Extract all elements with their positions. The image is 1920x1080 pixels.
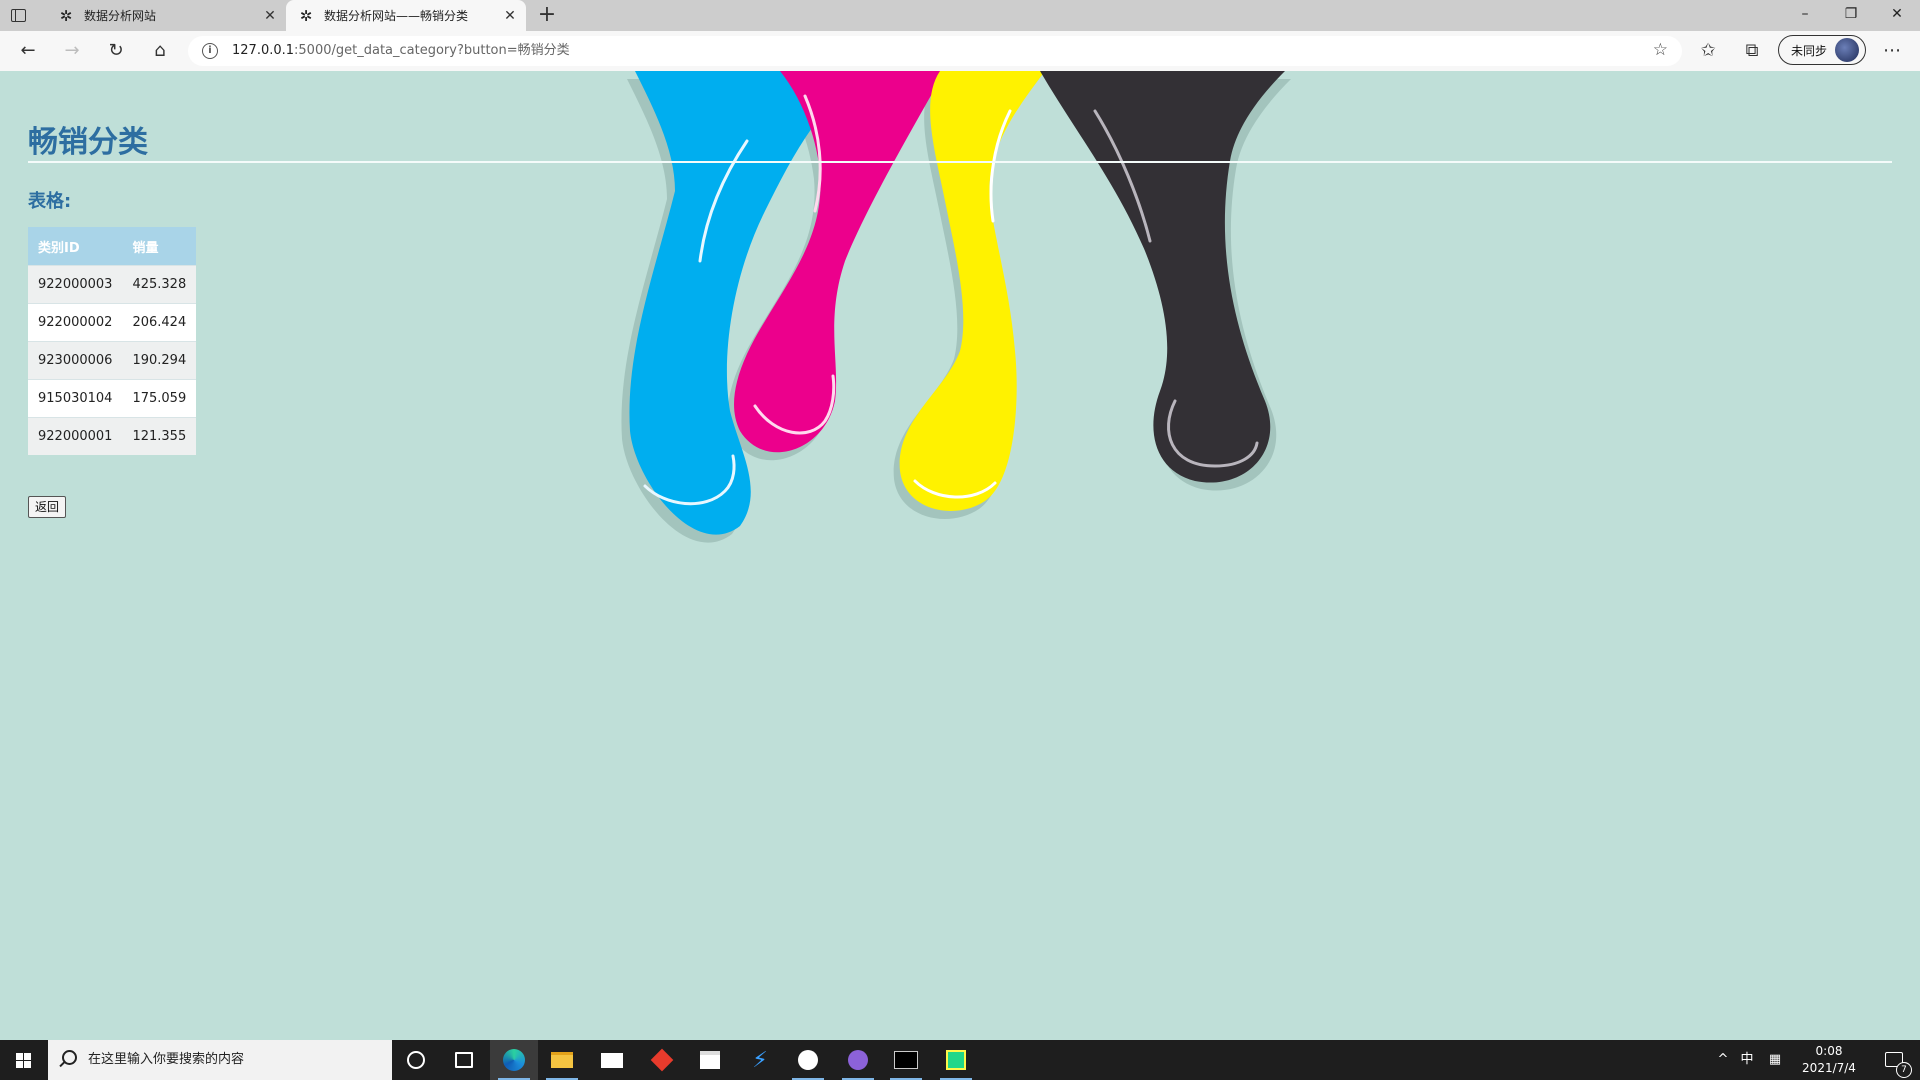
ime-indicator[interactable]: 中 [1736, 1040, 1758, 1080]
url-host: 127.0.0.1 [232, 43, 295, 58]
mail-icon[interactable] [588, 1040, 636, 1080]
pycharm-icon[interactable] [932, 1040, 980, 1080]
column-header-category-id: 类别ID [28, 227, 123, 266]
back-arrow-icon[interactable]: ← [14, 37, 42, 65]
paint-drips-illustration [621, 71, 1291, 543]
visual-studio-code-icon[interactable]: ⚡ [736, 1040, 784, 1080]
table-label: 表格: [28, 191, 72, 212]
forward-arrow-icon[interactable]: → [58, 37, 86, 65]
store-icon[interactable] [686, 1040, 734, 1080]
browser-toolbar: ← → ↻ ⌂ i 127.0.0.1:5000/get_data_catego… [0, 31, 1920, 72]
avatar [1835, 38, 1860, 62]
system-clock[interactable]: 0:08 2021/7/4 [1792, 1043, 1866, 1077]
minimize-button[interactable]: – [1782, 0, 1828, 28]
profile-label: 未同步 [1791, 43, 1828, 58]
sales-cell: 175.059 [122, 379, 197, 418]
tab-title: 数据分析网站 [84, 9, 157, 23]
title-divider [28, 161, 1892, 163]
tab-actions-icon[interactable] [8, 6, 28, 24]
category-id-cell: 922000001 [28, 417, 123, 455]
windows-logo-icon [16, 1053, 31, 1068]
close-icon[interactable]: ✕ [260, 8, 280, 24]
table-header-row: 类别ID 销量 [28, 227, 197, 266]
table-row: 922000001 121.355 [28, 417, 197, 455]
category-id-cell: 922000002 [28, 303, 123, 342]
table-row: 915030104 175.059 [28, 379, 197, 418]
notification-count: 7 [1896, 1062, 1912, 1078]
clock-time: 0:08 [1815, 1044, 1843, 1058]
cortana-icon[interactable] [392, 1040, 440, 1080]
table-row: 923000006 190.294 [28, 341, 197, 380]
tab-bestselling[interactable]: ✲ 数据分析网站——畅销分类 ✕ [286, 0, 526, 31]
new-tab-button[interactable]: + [534, 2, 560, 28]
category-id-cell: 922000003 [28, 265, 123, 304]
search-icon [62, 1050, 77, 1065]
start-button[interactable] [0, 1040, 48, 1080]
restore-button[interactable]: ❐ [1828, 0, 1874, 28]
terminal-icon[interactable] [882, 1040, 930, 1080]
clock-date: 2021/7/4 [1802, 1061, 1856, 1075]
more-menu-icon[interactable]: ⋯ [1878, 37, 1906, 65]
table-row: 922000002 206.424 [28, 303, 197, 342]
tab-home[interactable]: ✲ 数据分析网站 ✕ [46, 0, 286, 31]
info-icon[interactable]: i [202, 43, 218, 59]
tab-bar: ✲ 数据分析网站 ✕ ✲ 数据分析网站——畅销分类 ✕ + – ❐ ✕ [0, 0, 1920, 31]
task-view-icon[interactable] [440, 1040, 488, 1080]
taskbar-search[interactable]: 在这里输入你要搜索的内容 [48, 1040, 392, 1080]
url-text[interactable]: 127.0.0.1:5000/get_data_category?button=… [232, 36, 570, 66]
address-bar[interactable]: i 127.0.0.1:5000/get_data_category?butto… [188, 36, 1682, 66]
sales-cell: 190.294 [122, 341, 197, 380]
sales-cell: 121.355 [122, 417, 197, 455]
category-id-cell: 915030104 [28, 379, 123, 418]
collections-icon[interactable]: ⧉ [1738, 37, 1766, 65]
tab-title: 数据分析网站——畅销分类 [324, 9, 469, 23]
edge-browser-icon[interactable] [490, 1040, 538, 1080]
profile-button[interactable]: 未同步 [1778, 35, 1866, 65]
sales-cell: 206.424 [122, 303, 197, 342]
search-placeholder: 在这里输入你要搜索的内容 [88, 1052, 245, 1067]
close-window-button[interactable]: ✕ [1874, 0, 1920, 28]
home-icon[interactable]: ⌂ [146, 37, 174, 65]
chevron-up-icon[interactable]: ^ [1712, 1040, 1734, 1080]
steam-icon[interactable] [784, 1040, 832, 1080]
file-explorer-icon[interactable] [538, 1040, 586, 1080]
favorites-icon[interactable]: ✩ [1694, 37, 1722, 65]
app-red-diamond-icon[interactable] [638, 1040, 686, 1080]
table-row: 922000003 425.328 [28, 265, 197, 304]
taskbar: 在这里输入你要搜索的内容 ⚡ ^ 中 ▦ 0:08 2021/7/4 7 [0, 1040, 1920, 1080]
url-path: :5000/get_data_category?button=畅销分类 [294, 43, 570, 58]
back-button[interactable]: 返回 [28, 496, 67, 518]
notification-center-icon[interactable]: 7 [1876, 1040, 1916, 1080]
close-icon[interactable]: ✕ [500, 8, 520, 24]
page-content: 畅销分类 表格: 类别ID 销量 922000003 425.328 92200… [0, 71, 1920, 1040]
github-desktop-icon[interactable] [834, 1040, 882, 1080]
add-favorite-icon[interactable]: ☆ [1653, 40, 1668, 60]
keyboard-grid-icon[interactable]: ▦ [1764, 1040, 1786, 1080]
category-id-cell: 923000006 [28, 341, 123, 380]
sales-cell: 425.328 [122, 265, 197, 304]
sales-table: 类别ID 销量 922000003 425.328 922000002 206.… [28, 227, 197, 455]
refresh-icon[interactable]: ↻ [102, 37, 130, 65]
page-title: 畅销分类 [28, 125, 148, 160]
column-header-sales: 销量 [122, 227, 197, 266]
gear-icon: ✲ [299, 6, 313, 25]
gear-icon: ✲ [59, 6, 73, 25]
